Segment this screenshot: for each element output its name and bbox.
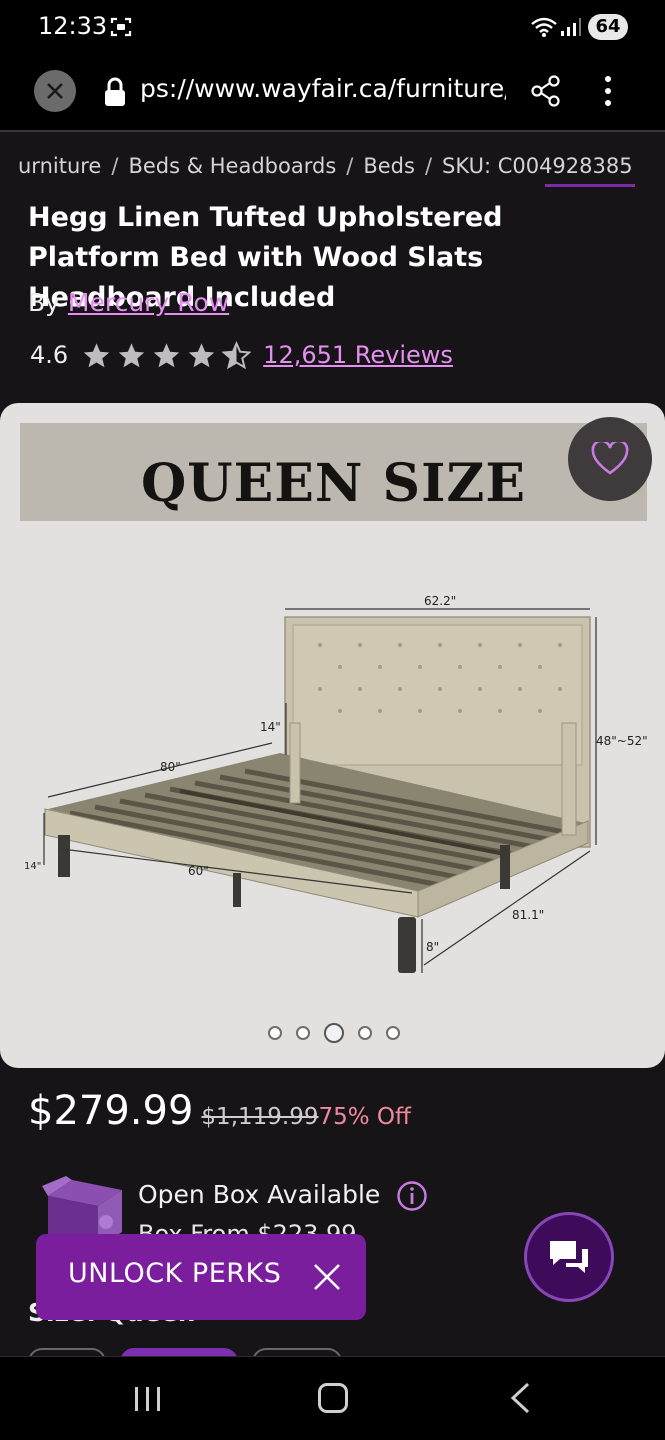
status-time: 12:33 xyxy=(38,12,108,40)
screenshot-icon xyxy=(110,17,132,37)
recent-apps-icon[interactable] xyxy=(132,1385,164,1413)
star-rating xyxy=(82,340,252,370)
star-half-icon xyxy=(222,340,252,369)
favorite-button[interactable] xyxy=(568,417,652,501)
chat-icon xyxy=(550,1241,588,1273)
dimension-label: 60" xyxy=(188,864,209,878)
unlock-perks-label: UNLOCK PERKS xyxy=(68,1258,282,1289)
close-icon xyxy=(47,83,63,99)
banner-text: QUEEN SIZE xyxy=(140,453,527,514)
breadcrumb-item-beds-headboards[interactable]: Beds & Headboards xyxy=(128,154,336,178)
page-load-indicator xyxy=(545,184,635,187)
reviews-link[interactable]: 12,651 Reviews xyxy=(263,341,453,369)
product-image-carousel[interactable]: QUEEN SIZE 62.2" 48"~52" 14" 80" 60" 14"… xyxy=(0,403,665,1068)
star-full-icon xyxy=(83,342,110,367)
browser-toolbar: ps://www.wayfair.ca/furniture/ xyxy=(0,56,665,187)
breadcrumb-separator: / xyxy=(424,154,433,178)
star-full-icon xyxy=(188,342,215,367)
breadcrumb-separator: / xyxy=(346,154,354,178)
brand-line: By Mercury Row xyxy=(28,288,229,317)
breadcrumb: urniture / Beds & Headboards / Beds / SKU: C00… xyxy=(0,150,665,184)
discount-label: 75% Off xyxy=(318,1104,411,1130)
dimension-label: 14" xyxy=(260,720,281,734)
brand-link[interactable]: Mercury Row xyxy=(68,288,229,317)
dimension-label: 62.2" xyxy=(424,594,456,608)
dimension-label: 48"~52" xyxy=(596,734,648,748)
original-price: $1,119.99 xyxy=(201,1104,319,1130)
carousel-dot-active[interactable] xyxy=(324,1023,344,1043)
rating-value: 4.6 xyxy=(30,341,69,369)
brand-prefix: By xyxy=(28,288,60,317)
carousel-dot[interactable] xyxy=(386,1026,400,1040)
carousel-dot[interactable] xyxy=(296,1026,310,1040)
breadcrumb-item-furniture[interactable]: urniture xyxy=(18,154,101,178)
star-full-icon xyxy=(153,342,180,367)
rating-row: 4.6 12,651 Reviews xyxy=(30,338,453,372)
unlock-perks-banner[interactable]: UNLOCK PERKS xyxy=(36,1234,366,1320)
open-box-price: Box From $223.99 xyxy=(138,1220,357,1234)
dimension-label: 81.1" xyxy=(512,908,544,922)
share-icon[interactable] xyxy=(530,74,562,108)
wifi-icon xyxy=(531,17,557,37)
battery-indicator: 64 xyxy=(588,14,628,40)
breadcrumb-separator: / xyxy=(111,154,119,178)
chat-button[interactable] xyxy=(524,1212,614,1302)
image-banner: QUEEN SIZE xyxy=(20,423,647,521)
system-nav-bar xyxy=(0,1356,665,1440)
status-bar: 12:33 64 xyxy=(0,0,665,56)
lock-icon[interactable] xyxy=(102,76,128,108)
carousel-dot[interactable] xyxy=(268,1026,282,1040)
price-row: $279.99 $1,119.99 75% Off xyxy=(28,1088,411,1134)
heart-icon xyxy=(591,442,629,475)
open-box-label: Open Box Available xyxy=(138,1180,381,1209)
dimension-label: 80" xyxy=(160,760,181,774)
back-icon[interactable] xyxy=(508,1381,532,1415)
more-options-icon[interactable] xyxy=(598,74,618,108)
breadcrumb-item-beds[interactable]: Beds xyxy=(363,154,415,178)
dimension-label: 14" xyxy=(24,861,41,872)
signal-icon xyxy=(561,18,581,36)
close-icon[interactable] xyxy=(312,1262,342,1292)
bed-illustration: 62.2" 48"~52" 14" 80" 60" 14" 81.1" 8" xyxy=(24,594,648,973)
breadcrumb-item-sku: SKU: C004928385 xyxy=(442,154,633,178)
star-full-icon xyxy=(118,342,145,367)
close-tab-button[interactable] xyxy=(34,70,76,112)
url-field[interactable]: ps://www.wayfair.ca/furniture/ xyxy=(140,74,506,103)
current-price: $279.99 xyxy=(28,1088,194,1134)
dimension-label: 8" xyxy=(426,940,439,954)
home-icon[interactable] xyxy=(318,1383,348,1413)
carousel-dot[interactable] xyxy=(358,1026,372,1040)
carousel-pagination xyxy=(268,1023,400,1043)
info-icon[interactable] xyxy=(396,1180,428,1212)
